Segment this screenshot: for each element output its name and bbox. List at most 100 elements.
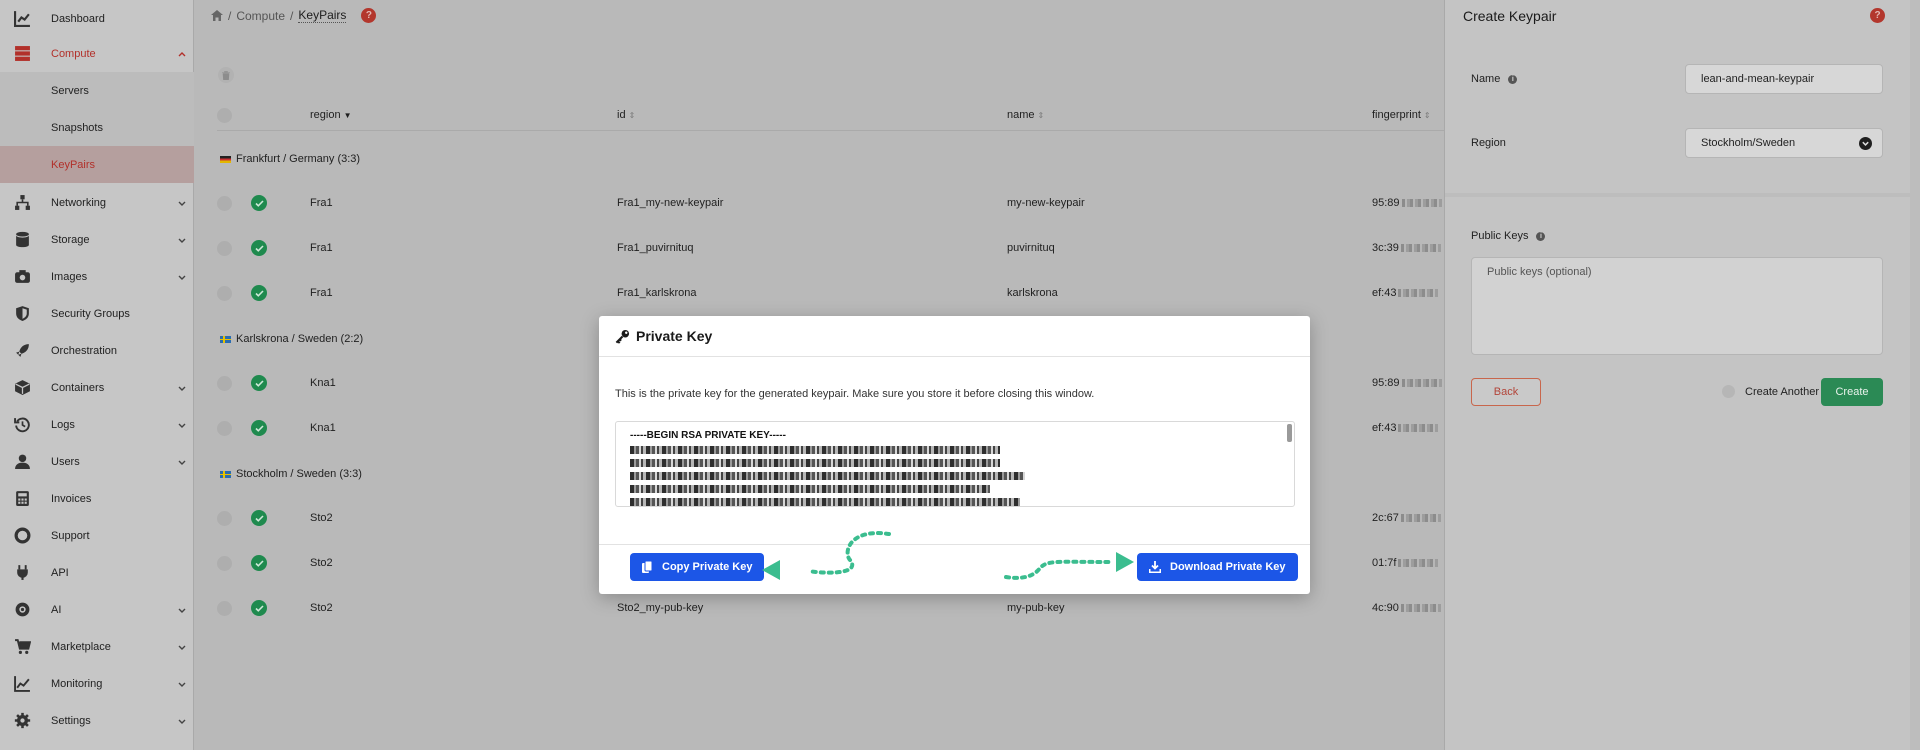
create-another-toggle[interactable]: Create Another — [1722, 385, 1819, 398]
back-button[interactable]: Back — [1471, 378, 1541, 406]
nav-label: Servers — [51, 84, 89, 97]
create-another-checkbox[interactable] — [1722, 385, 1735, 398]
copy-button-label: Copy Private Key — [662, 561, 753, 573]
nav-support[interactable]: Support — [0, 517, 194, 554]
breadcrumb: / Compute / KeyPairs ? — [211, 8, 377, 23]
nav-orchestration[interactable]: Orchestration — [0, 332, 194, 369]
chevron-down-icon — [178, 608, 186, 613]
cell-fingerprint: ef:43 — [1372, 287, 1439, 299]
row-checkbox[interactable] — [217, 196, 232, 211]
nav-keypairs[interactable]: KeyPairs — [0, 146, 194, 183]
fingerprint-text: 95:89 — [1372, 197, 1400, 209]
cell-fingerprint: ef:43 — [1372, 422, 1439, 434]
row-checkbox[interactable] — [217, 511, 232, 526]
cube-icon — [13, 379, 31, 397]
status-ok-icon — [251, 375, 267, 391]
nav-images[interactable]: Images — [0, 258, 194, 295]
select-all-checkbox[interactable] — [217, 108, 232, 123]
status-ok-icon — [251, 285, 267, 301]
page-scrollbar[interactable] — [1910, 0, 1920, 750]
region-select[interactable]: Stockholm/Sweden — [1685, 128, 1883, 158]
home-icon[interactable] — [211, 10, 223, 21]
name-input[interactable]: lean-and-mean-keypair — [1685, 64, 1883, 94]
nav-settings[interactable]: Settings — [0, 702, 194, 739]
nav-snapshots[interactable]: Snapshots — [0, 109, 194, 146]
create-button[interactable]: Create — [1821, 378, 1883, 406]
nav-label: Containers — [51, 381, 105, 394]
cell-fingerprint: 4c:90 — [1372, 602, 1441, 614]
table-row[interactable]: Fra1 Fra1_puvirnituq puvirnituq 3c:39 — [217, 226, 1447, 271]
help-icon[interactable]: ? — [361, 8, 377, 23]
create-another-label: Create Another — [1745, 385, 1819, 398]
nav-label: Support — [51, 529, 90, 542]
col-name[interactable]: name ⇕ — [1007, 109, 1044, 121]
nav-logs[interactable]: Logs — [0, 406, 194, 443]
breadcrumb-compute[interactable]: Compute — [236, 9, 285, 23]
table-row[interactable]: Fra1 Fra1_my-new-keypair my-new-keypair … — [217, 181, 1447, 226]
cell-region: Sto2 — [310, 512, 333, 524]
nav-compute[interactable]: Compute — [0, 35, 194, 72]
public-keys-textarea[interactable]: Public keys (optional) — [1471, 257, 1883, 355]
nav-api[interactable]: API — [0, 554, 194, 591]
info-icon[interactable]: i — [1536, 231, 1546, 241]
row-checkbox[interactable] — [217, 286, 232, 301]
help-icon[interactable]: ? — [1870, 8, 1885, 23]
calculator-icon — [13, 490, 31, 508]
server-stack-icon — [13, 45, 31, 63]
col-region[interactable]: region ▼ — [310, 109, 352, 121]
fingerprint-text: 95:89 — [1372, 377, 1400, 389]
nav-dashboard[interactable]: Dashboard — [0, 0, 194, 37]
textarea-scrollbar[interactable] — [1287, 424, 1292, 442]
table-row[interactable]: Fra1 Fra1_karlskrona karlskrona ef:43 — [217, 271, 1447, 316]
shield-icon — [13, 305, 31, 323]
cell-region: Kna1 — [310, 422, 336, 434]
chevron-down-icon — [178, 460, 186, 465]
nav-label: Snapshots — [51, 121, 103, 134]
cell-id: Fra1_puvirnituq — [617, 242, 694, 254]
info-icon[interactable]: i — [1508, 74, 1518, 84]
nav-networking[interactable]: Networking — [0, 184, 194, 221]
download-button-label: Download Private Key — [1170, 561, 1286, 573]
col-id-label: id — [617, 109, 626, 121]
create-keypair-panel: Create Keypair ? Name i lean-and-mean-key… — [1444, 0, 1911, 750]
private-key-textarea[interactable]: -----BEGIN RSA PRIVATE KEY----- — [615, 421, 1295, 507]
col-fingerprint[interactable]: fingerprint ⇕ — [1372, 109, 1431, 121]
copy-private-key-button[interactable]: Copy Private Key — [630, 553, 765, 581]
nav-invoices[interactable]: Invoices — [0, 480, 194, 517]
download-private-key-button[interactable]: Download Private Key — [1137, 553, 1298, 581]
nav-label: Security Groups — [51, 307, 130, 320]
col-id[interactable]: id ⇕ — [617, 109, 635, 121]
row-checkbox[interactable] — [217, 376, 232, 391]
name-label: Name i — [1471, 73, 1518, 85]
nav-monitoring[interactable]: Monitoring — [0, 665, 194, 702]
user-icon — [13, 453, 31, 471]
download-icon — [1149, 561, 1161, 573]
nav-label: Logs — [51, 418, 75, 431]
status-ok-icon — [251, 600, 267, 616]
chevron-down-icon — [178, 719, 186, 724]
row-checkbox[interactable] — [217, 241, 232, 256]
trash-icon — [222, 70, 230, 80]
private-key-modal: Private Key This is the private key for … — [599, 316, 1310, 594]
breadcrumb-current: KeyPairs — [298, 8, 347, 23]
nav-storage[interactable]: Storage — [0, 221, 194, 258]
key-icon — [615, 329, 630, 344]
cell-name: my-new-keypair — [1007, 197, 1085, 209]
cell-region: Sto2 — [310, 602, 333, 614]
key-header: -----BEGIN RSA PRIVATE KEY----- — [630, 430, 786, 441]
nav-security-groups[interactable]: Security Groups — [0, 295, 194, 332]
status-ok-icon — [251, 420, 267, 436]
nav-marketplace[interactable]: Marketplace — [0, 628, 194, 665]
chart-area-icon — [13, 675, 31, 693]
row-checkbox[interactable] — [217, 601, 232, 616]
delete-button[interactable] — [218, 67, 234, 83]
nav-ai[interactable]: AI — [0, 591, 194, 628]
row-checkbox[interactable] — [217, 421, 232, 436]
chevron-down-icon — [178, 386, 186, 391]
row-checkbox[interactable] — [217, 556, 232, 571]
nav-servers[interactable]: Servers — [0, 72, 194, 109]
nav-containers[interactable]: Containers — [0, 369, 194, 406]
group-row-frankfurt[interactable]: Frankfurt / Germany (3:3) — [217, 136, 1447, 181]
nav-users[interactable]: Users — [0, 443, 194, 480]
cell-region: Kna1 — [310, 377, 336, 389]
